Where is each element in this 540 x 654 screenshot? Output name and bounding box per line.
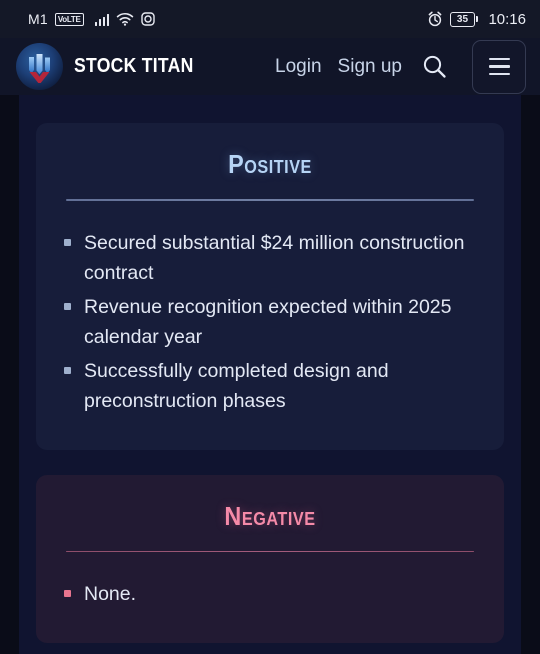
content-scroll-area[interactable]: Positive Secured substantial $24 million…: [19, 95, 521, 654]
signup-link[interactable]: Sign up: [338, 56, 402, 78]
brand-title: STOCK TITAN: [74, 55, 194, 77]
volte-badge: VoLTE: [54, 12, 84, 26]
negative-bullet-list: None.: [64, 579, 476, 609]
battery-cap: [475, 16, 479, 22]
positive-card-divider: [66, 199, 474, 201]
negative-card: Negative None.: [36, 474, 504, 643]
app-header: STOCK TITAN Login Sign up: [0, 38, 540, 95]
camera-icon: [141, 12, 155, 26]
negative-card-divider: [66, 550, 474, 552]
status-bar-left: M1 VoLTE: [28, 11, 155, 27]
list-item: Revenue recognition expected within 2025…: [64, 292, 476, 352]
battery-indicator: 35: [449, 11, 479, 27]
search-icon[interactable]: [418, 51, 450, 83]
carrier-label: M1: [28, 11, 48, 27]
bullet-text: Revenue recognition expected within 2025…: [84, 295, 452, 348]
signal-bars-icon: [94, 13, 110, 26]
negative-card-title: Negative: [224, 500, 316, 531]
clock-label: 10:16: [488, 10, 526, 28]
alarm-clock-icon: [427, 11, 443, 27]
bullet-marker-icon: [64, 366, 71, 374]
status-bar-right: 35 10:16: [427, 11, 526, 28]
bullet-marker-icon: [64, 590, 71, 597]
status-bar: M1 VoLTE 35 10:16: [0, 0, 540, 38]
brand-home-link[interactable]: STOCK TITAN: [16, 43, 210, 90]
bullet-text: None.: [84, 583, 137, 605]
stock-titan-logo-icon: [16, 43, 63, 90]
bullet-marker-icon: [64, 238, 71, 246]
wifi-icon: [116, 12, 134, 26]
positive-card-title: Positive: [228, 149, 312, 179]
bullet-text: Successfully completed design and precon…: [84, 359, 389, 412]
login-link[interactable]: Login: [275, 56, 322, 78]
positive-card: Positive Secured substantial $24 million…: [36, 123, 504, 450]
battery-level-label: 35: [449, 11, 475, 27]
hamburger-menu-icon[interactable]: [472, 39, 526, 94]
bullet-marker-icon: [64, 302, 71, 310]
list-item: Secured substantial $24 million construc…: [64, 228, 476, 288]
positive-bullet-list: Secured substantial $24 million construc…: [64, 228, 476, 416]
header-nav: Login Sign up: [275, 39, 526, 94]
bullet-text: Secured substantial $24 million construc…: [84, 231, 465, 284]
page-body: Positive Secured substantial $24 million…: [0, 95, 540, 654]
list-item: None.: [64, 579, 476, 609]
list-item: Successfully completed design and precon…: [64, 356, 476, 416]
